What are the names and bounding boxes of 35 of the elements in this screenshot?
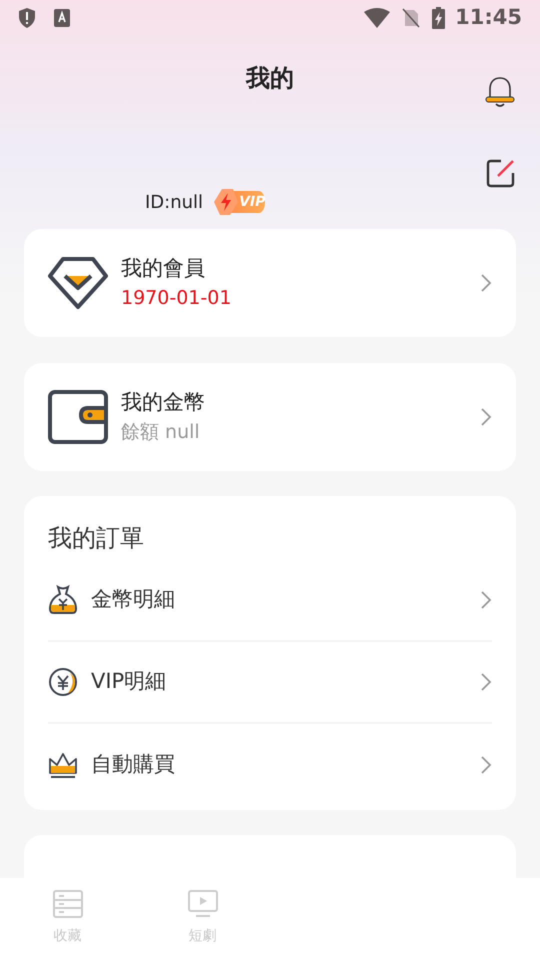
row-label: 金幣明細 <box>91 586 176 614</box>
card-subtitle: 餘額 null <box>121 420 201 445</box>
section-title: 我的訂單 <box>48 523 145 554</box>
order-row[interactable]: 金幣明細 <box>48 560 492 642</box>
chevron-right-icon <box>480 755 492 775</box>
row-label: VIP明細 <box>91 668 168 696</box>
wifi-icon <box>364 8 390 28</box>
battery-charging-icon <box>432 7 446 29</box>
order-row[interactable]: VIP明細 <box>48 642 492 724</box>
row-label: 自動購買 <box>91 751 176 778</box>
page-title: 我的 <box>246 63 294 94</box>
card-title: 我的會員 <box>121 255 206 282</box>
crown-icon <box>48 751 78 779</box>
order-row[interactable]: 自動購買 <box>48 724 492 806</box>
bell-icon[interactable] <box>485 76 515 108</box>
money-bag-icon <box>48 585 78 615</box>
chevron-right-icon <box>480 672 492 692</box>
list-icon <box>52 890 82 918</box>
membership-card[interactable]: 我的會員 1970-01-01 <box>24 229 516 337</box>
user-id: ID:null <box>145 190 204 214</box>
card-title: 我的金幣 <box>121 389 206 416</box>
chevron-right-icon <box>480 273 492 293</box>
diamond-icon <box>48 256 108 310</box>
keyboard-icon <box>54 9 70 27</box>
tv-play-icon <box>188 890 218 918</box>
edit-icon[interactable] <box>486 158 516 188</box>
clock-time: 11:45 <box>455 4 522 32</box>
chevron-right-icon <box>480 407 492 427</box>
card-subtitle: 1970-01-01 <box>121 286 232 311</box>
chevron-right-icon <box>480 590 492 610</box>
yen-coin-icon <box>48 667 78 697</box>
coins-card[interactable]: 我的金幣 餘額 null <box>24 363 516 471</box>
wallet-icon <box>48 390 108 444</box>
shield-alert-icon <box>18 7 36 29</box>
no-sim-icon <box>402 8 420 28</box>
